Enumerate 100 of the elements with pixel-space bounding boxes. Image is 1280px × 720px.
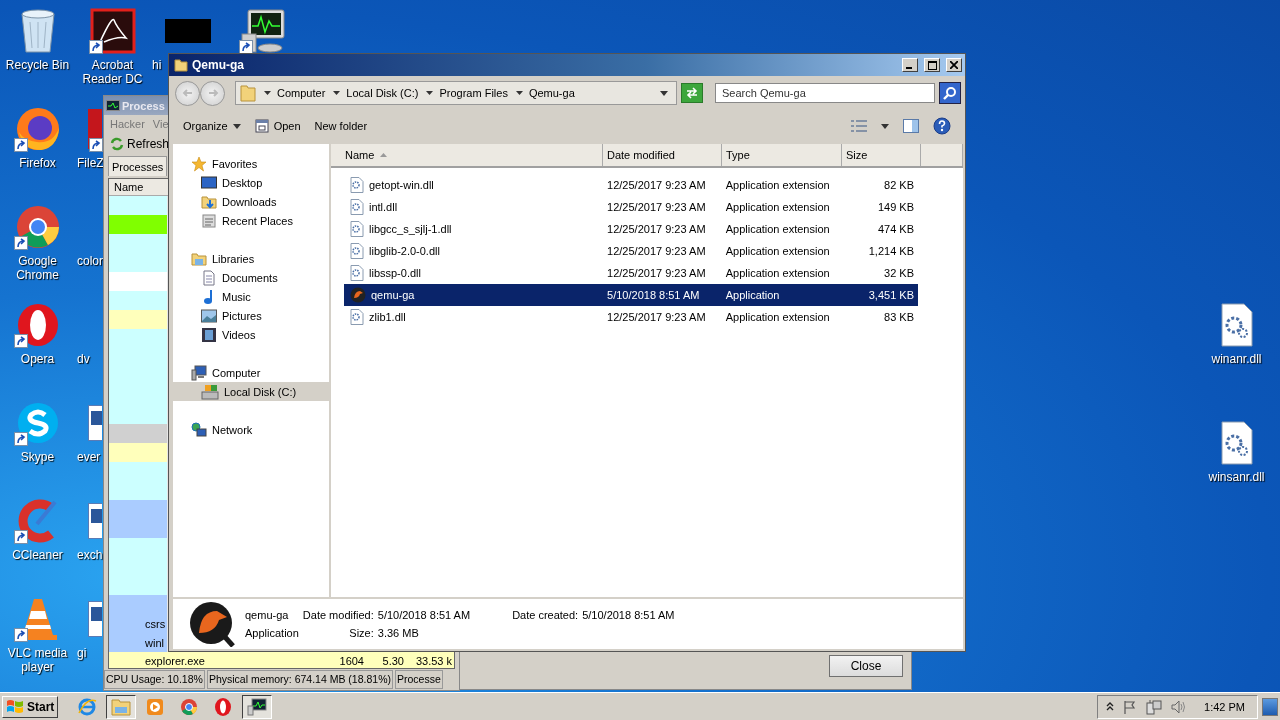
gear-file-icon[interactable]: [1218, 421, 1255, 465]
caret-icon[interactable]: [515, 91, 523, 95]
media-player-icon: [145, 696, 166, 717]
file-name: getopt-win.dll: [369, 179, 434, 191]
firefox-icon[interactable]: [14, 106, 61, 152]
file-row[interactable]: libgcc_s_sjlj-1.dll 12/25/2017 9:23 AM Application extension 474 KB: [344, 218, 918, 240]
column-header[interactable]: Type: [722, 144, 842, 166]
refresh-button[interactable]: Refresh: [107, 136, 173, 152]
file-row[interactable]: intl.dll 12/25/2017 9:23 AM Application extension 149 KB: [344, 196, 918, 218]
speaker-icon[interactable]: [1171, 699, 1188, 714]
sort-arrow-icon: [380, 153, 388, 157]
nav-item[interactable]: Local Disk (C:): [173, 382, 329, 401]
nav-group[interactable]: Network: [173, 420, 329, 439]
file-row[interactable]: getopt-win.dll 12/25/2017 9:23 AM Application extension 82 KB: [344, 174, 918, 196]
acrobat-icon[interactable]: [89, 8, 136, 54]
flag-icon[interactable]: [1123, 699, 1138, 714]
help-icon[interactable]: [933, 117, 951, 135]
nav-group[interactable]: Computer: [173, 363, 329, 382]
breadcrumb-item[interactable]: Qemu-ga: [528, 87, 575, 99]
opera-icon[interactable]: [16, 303, 59, 347]
taskbar-app-button[interactable]: [242, 694, 273, 719]
nav-group[interactable]: Favorites: [173, 154, 329, 173]
document-icon[interactable]: [88, 601, 102, 637]
nav-group-label: Network: [212, 423, 253, 436]
desktop-icon-label[interactable]: winsanr.dll: [1208, 470, 1265, 484]
file-row[interactable]: libglib-2.0-0.dll 12/25/2017 9:23 AM Application extension 1,214 KB: [344, 240, 918, 262]
desktop-icon-label[interactable]: color: [75, 254, 103, 268]
desktop-icon-label[interactable]: Recycle Bin: [5, 58, 70, 72]
caret-icon[interactable]: [881, 123, 889, 129]
document-icon[interactable]: [88, 405, 102, 441]
view-list-icon[interactable]: [851, 120, 867, 132]
document-icon[interactable]: [88, 503, 102, 539]
process-row[interactable]: winl: [109, 633, 167, 652]
search-field[interactable]: Search Qemu-ga: [715, 83, 935, 103]
nav-item[interactable]: Videos: [173, 325, 329, 344]
forward-button[interactable]: [200, 80, 225, 106]
document-icon: [201, 269, 217, 286]
breadcrumb-item[interactable]: Program Files: [439, 87, 508, 99]
nav-item[interactable]: Documents: [173, 268, 329, 287]
desktop-icon-label[interactable]: hi: [150, 58, 162, 72]
file-name: libgcc_s_sjlj-1.dll: [369, 223, 452, 235]
skype-icon[interactable]: [16, 402, 59, 444]
process-row[interactable]: explorer.exe 1604 5.30 33.53 k: [109, 652, 454, 668]
file-row[interactable]: libssp-0.dll 12/25/2017 9:23 AM Application extension 32 KB: [344, 262, 918, 284]
address-bar[interactable]: Computer Local Disk (C:) Program Files Qemu-ga: [235, 81, 677, 105]
file-row[interactable]: zlib1.dll 12/25/2017 9:23 AM Application extension 83 KB: [344, 306, 918, 328]
nav-item[interactable]: Downloads: [173, 192, 329, 211]
monitor-icon[interactable]: [239, 8, 286, 54]
nav-group[interactable]: Libraries: [173, 249, 329, 268]
network-icon[interactable]: [1146, 698, 1163, 715]
search-icon: [943, 86, 957, 100]
memory-cell-text: 33.53 k: [414, 654, 452, 667]
clock[interactable]: 1:42 PM: [1204, 700, 1245, 713]
new-folder-button[interactable]: New folder: [314, 118, 368, 134]
refresh-button[interactable]: [681, 83, 703, 103]
start-button[interactable]: Start: [2, 695, 59, 718]
breadcrumb-item[interactable]: Local Disk (C:): [346, 87, 419, 99]
process-row[interactable]: csrs: [109, 614, 167, 633]
open-button[interactable]: Open: [254, 117, 301, 135]
nav-item-label: Desktop: [222, 176, 263, 189]
refresh-icon: [110, 137, 124, 151]
nav-item[interactable]: Recent Places: [173, 211, 329, 230]
column-header[interactable]: Date modified: [603, 144, 722, 166]
show-desktop-button[interactable]: [1262, 697, 1278, 716]
column-header[interactable]: Size: [842, 144, 921, 166]
taskbar-app-button[interactable]: [106, 694, 137, 719]
close-button[interactable]: [946, 58, 962, 72]
desktop-icon-label[interactable]: Acrobat Reader DC: [75, 58, 150, 86]
desktop-icon-label[interactable]: Firefox: [19, 156, 56, 170]
chrome-icon[interactable]: [14, 204, 61, 250]
desktop-icon-label[interactable]: Opera: [20, 352, 55, 366]
property-value: 5/10/2018 8:51 AM: [377, 609, 471, 621]
gear-file-icon[interactable]: [1218, 303, 1255, 347]
type-cell-text: Application extension: [724, 245, 831, 257]
app-icon[interactable]: [164, 19, 211, 43]
minimize-button[interactable]: [902, 58, 918, 72]
organize-button[interactable]: Organize: [183, 118, 241, 134]
folder-icon: [111, 697, 132, 716]
size-cell-text: 474 KB: [876, 223, 915, 235]
desktop-icon-label[interactable]: Google Chrome: [0, 254, 75, 282]
maximize-button[interactable]: [924, 58, 940, 72]
search-button[interactable]: [939, 82, 961, 104]
desktop-icon-label[interactable]: dv: [75, 352, 90, 366]
nav-item[interactable]: Desktop: [173, 173, 329, 192]
nav-item[interactable]: Music: [173, 287, 329, 306]
back-button[interactable]: [175, 80, 200, 106]
desktop-icon-label[interactable]: winanr.dll: [1211, 352, 1262, 366]
breadcrumb-item[interactable]: Computer: [277, 87, 326, 99]
file-row[interactable]: qemu-ga 5/10/2018 8:51 AM Application 3,451 KB: [344, 284, 918, 306]
preview-pane-icon[interactable]: [903, 119, 919, 133]
close-button[interactable]: Close: [829, 655, 903, 677]
nav-item-label: Documents: [222, 271, 278, 284]
desktop-icon-label[interactable]: FileZ: [75, 156, 104, 170]
windows-logo-icon: [6, 698, 24, 715]
chevron-up-icon[interactable]: [1106, 702, 1115, 711]
nav-item[interactable]: Pictures: [173, 306, 329, 325]
column-header[interactable]: Name: [331, 144, 603, 166]
column-header[interactable]: Name: [109, 179, 168, 196]
caret-icon[interactable]: [660, 90, 668, 96]
processes-tab[interactable]: Processes: [108, 156, 168, 176]
